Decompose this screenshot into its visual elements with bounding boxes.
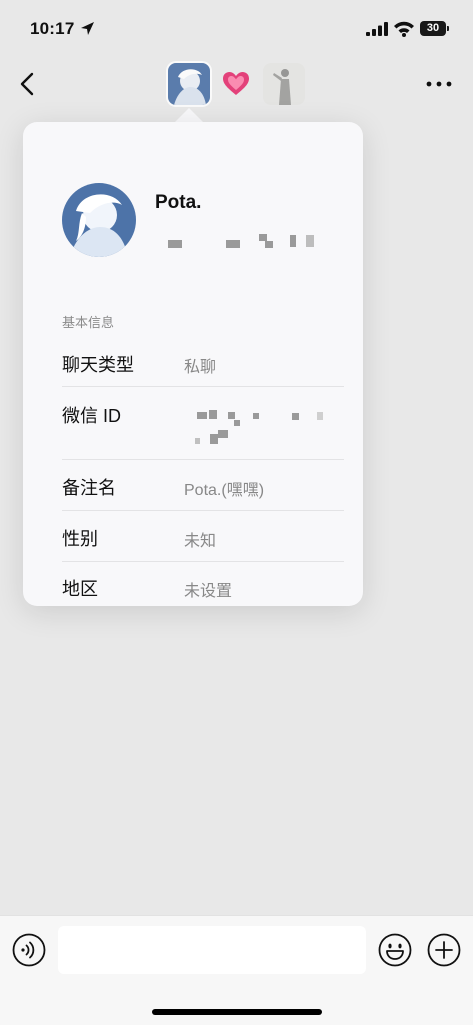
profile-avatar[interactable] [62,183,136,257]
silhouette-avatar-icon [263,63,305,105]
voice-input-icon[interactable] [12,933,46,967]
add-plus-icon[interactable] [427,933,461,967]
info-row-region[interactable]: 地区 未设置 [62,561,344,606]
popover-pointer [174,108,204,123]
wifi-icon [394,21,414,37]
profile-name: Pota. [155,192,202,213]
battery-indicator: 30 [420,21,449,36]
chat-avatar-left[interactable] [168,63,210,105]
chat-input-bar [0,915,473,1025]
info-row-wechat-id[interactable]: 微信 ID [62,386,344,460]
emoji-icon[interactable] [378,933,412,967]
info-value: 未知 [184,533,217,550]
status-bar: 10:17 30 [0,0,473,58]
cellular-signal-icon [366,22,388,36]
contact-info-popover: Pota. 基本信息 聊天类型 私聊 微信 ID 备注名 Pota.(嘿嘿) 性… [23,122,363,606]
info-label: 备注名 [62,478,116,498]
info-row-gender[interactable]: 性别 未知 [62,510,344,562]
back-chevron-icon[interactable] [16,70,40,98]
info-label: 性别 [62,529,98,549]
anime-avatar-icon [62,183,136,257]
info-row-remark-name[interactable]: 备注名 Pota.(嘿嘿) [62,459,344,511]
nav-bar [0,58,473,114]
anime-avatar-icon [168,63,210,105]
info-value: 未设置 [184,583,233,600]
message-input[interactable] [58,926,366,974]
chat-avatar-right[interactable] [263,63,305,105]
battery-level: 30 [426,22,440,34]
info-label: 聊天类型 [62,355,134,375]
home-indicator [152,1009,322,1015]
pink-heart-icon [223,72,249,95]
more-options-icon[interactable] [424,76,454,92]
location-arrow-icon [81,22,94,35]
info-row-chat-type[interactable]: 聊天类型 私聊 [62,340,344,387]
section-label-basic-info: 基本信息 [62,315,115,330]
info-value: 私聊 [184,359,217,376]
info-label: 地区 [62,579,98,599]
info-label: 微信 ID [62,406,122,426]
status-time: 10:17 [30,19,75,38]
info-value: Pota.(嘿嘿) [184,482,265,499]
